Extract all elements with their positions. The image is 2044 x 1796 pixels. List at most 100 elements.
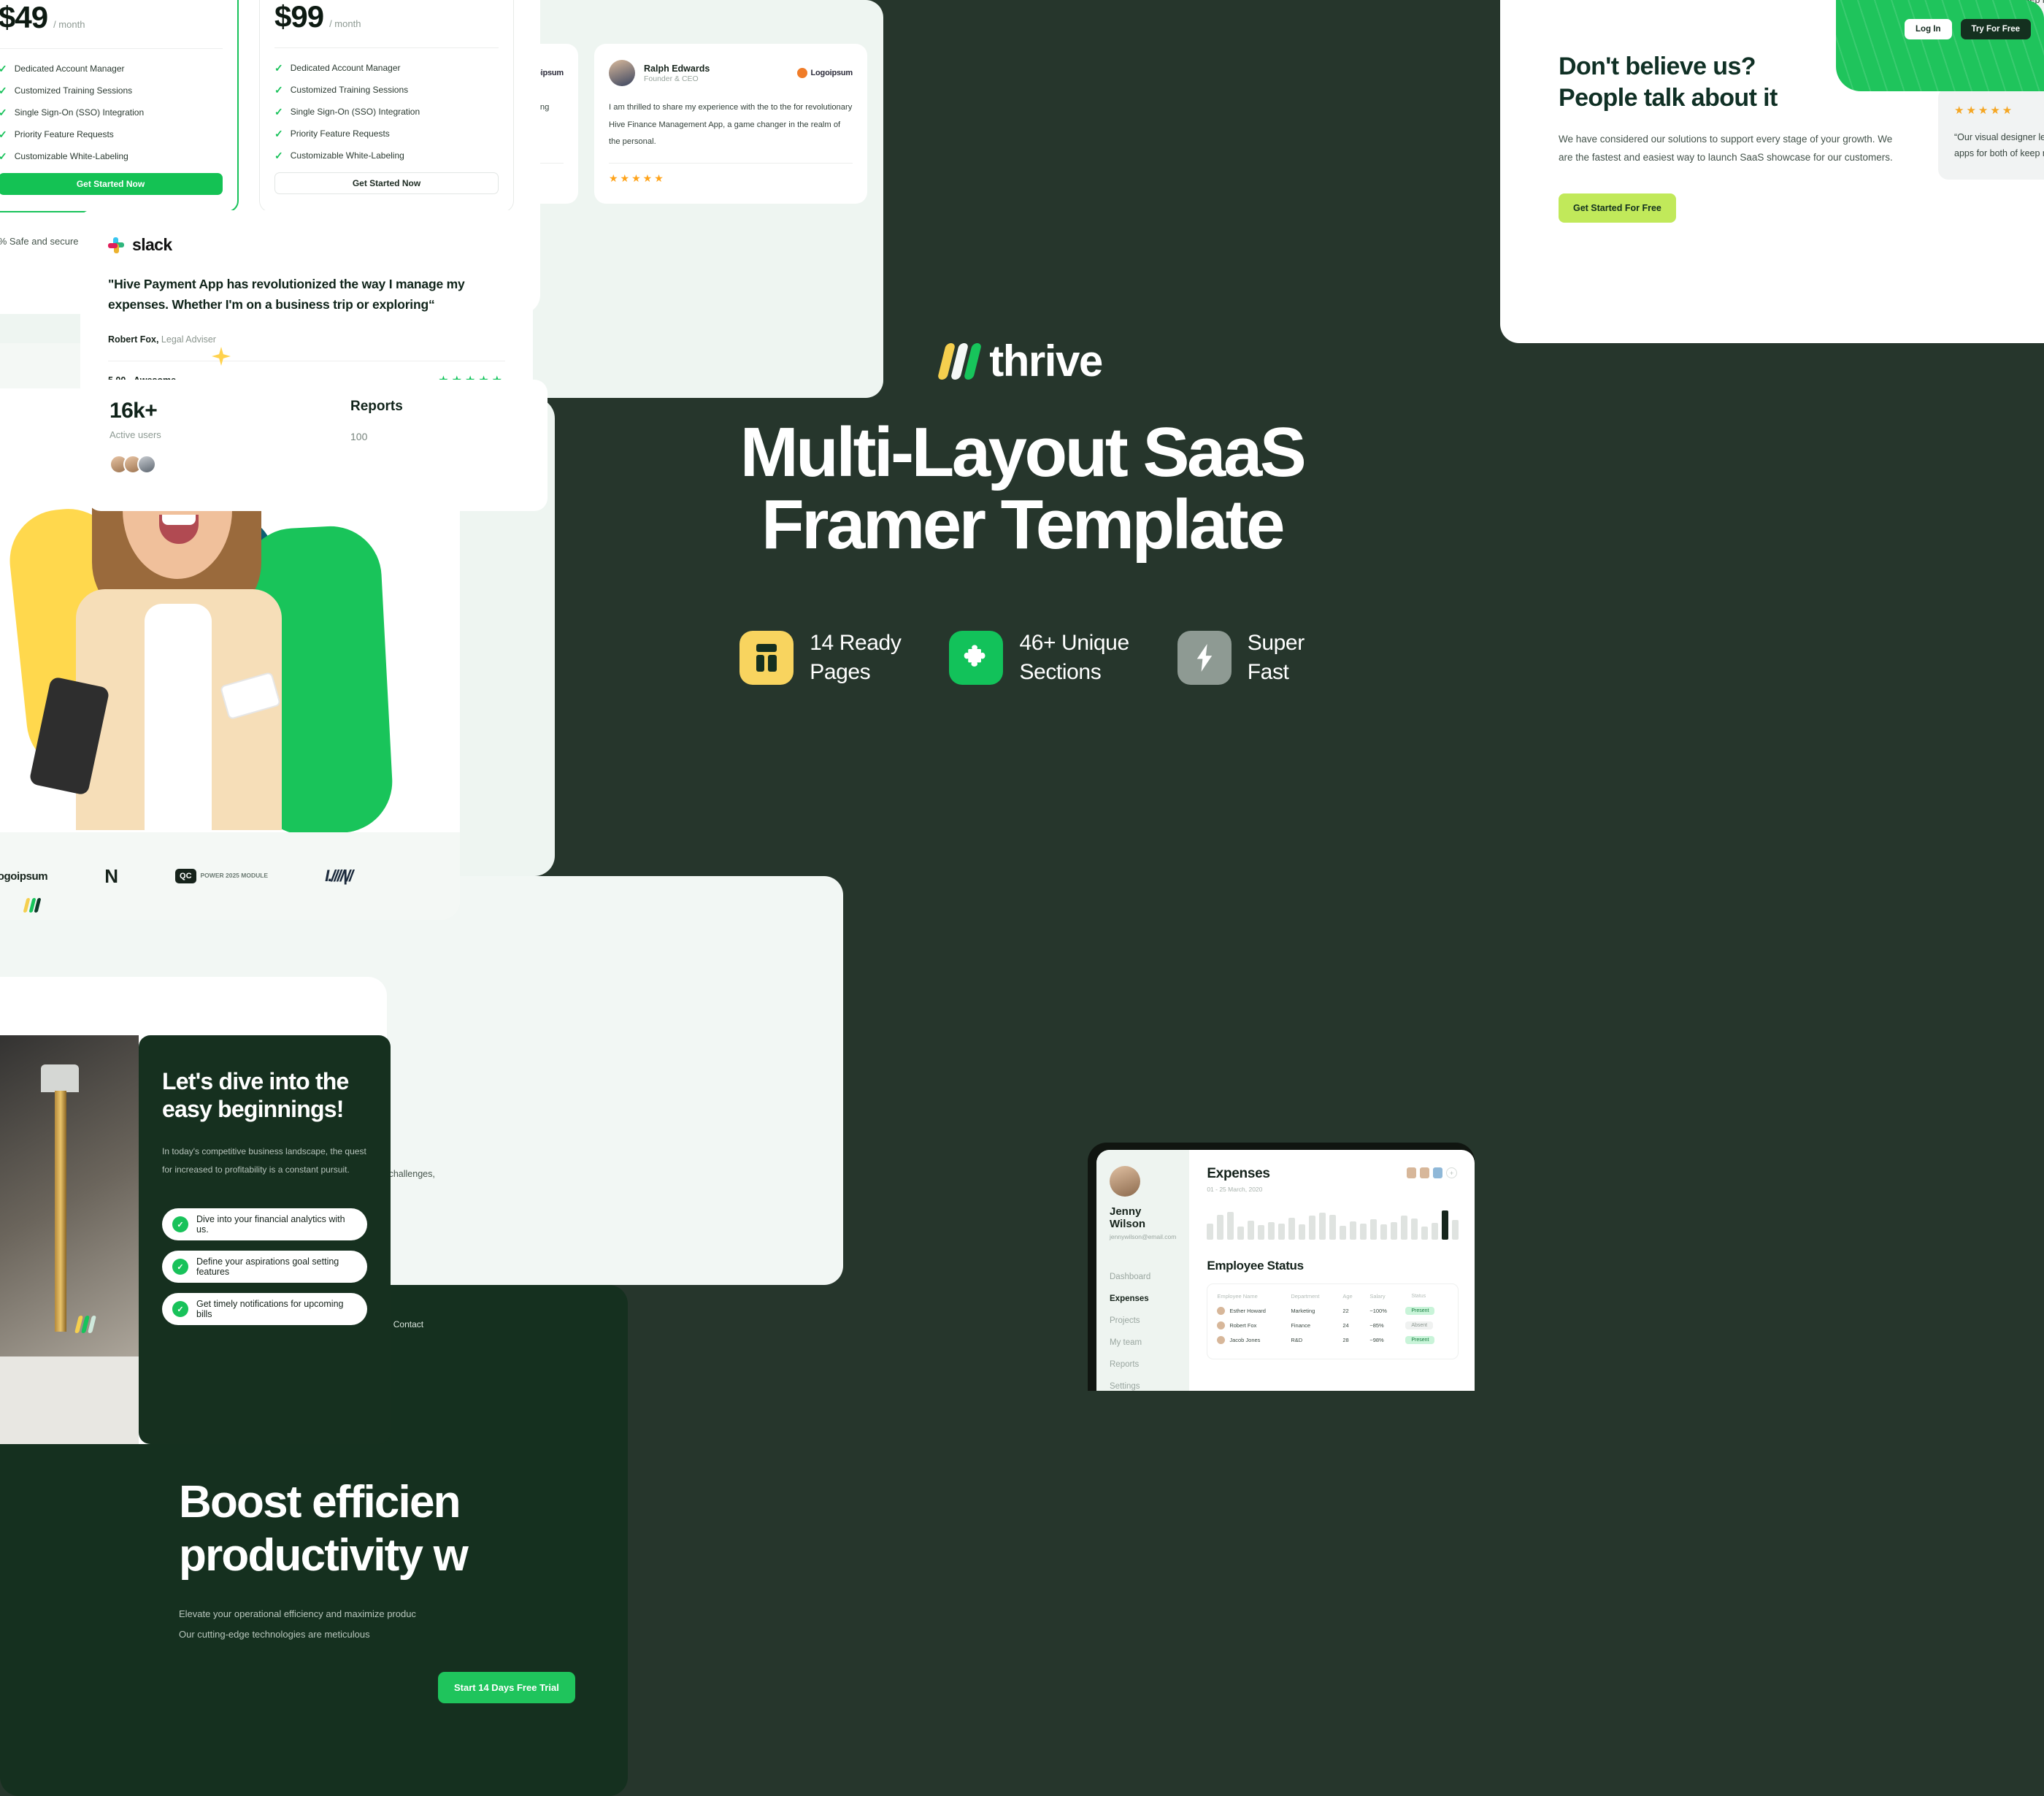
check-icon: ✓ xyxy=(172,1301,188,1318)
employee-status-table: Employee Name Department Age Salary Stat… xyxy=(1207,1283,1459,1359)
checklist-label: Get timely notifications for upcoming bi… xyxy=(196,1299,344,1320)
dive-heading: Let's dive into the easy beginnings! xyxy=(162,1067,367,1124)
logo-logoipsum: Logoipsum xyxy=(0,870,48,883)
check-icon: ✓ xyxy=(274,84,283,96)
client-author: Robert Fox, Legal Adviser xyxy=(108,334,505,345)
start-free-trial-button[interactable]: Start 14 Days Free Trial xyxy=(438,1671,575,1703)
bar xyxy=(1248,1221,1255,1240)
badge-label: 46+ Unique Sections xyxy=(1019,629,1129,687)
dive-heading-line1: Let's dive into the xyxy=(162,1068,349,1094)
badge-line1: 46+ Unique xyxy=(1019,630,1129,655)
sidebar-item-my-team[interactable]: My team xyxy=(1110,1338,1176,1347)
sidebar-item-projects[interactable]: Projects xyxy=(1110,1316,1176,1325)
logo-label: Logoipsum xyxy=(810,69,853,77)
nav-contact[interactable]: Contact xyxy=(393,1319,423,1329)
plan-feature: ✓ Customizable White-Labeling xyxy=(0,151,223,161)
logo-barcode: I.////|// xyxy=(325,867,353,886)
col-salary: Salary xyxy=(1369,1293,1386,1300)
testimonial-role: Founder & CEO xyxy=(644,74,699,84)
badge-line2: Fast xyxy=(1247,659,1289,684)
sidebar-item-expenses[interactable]: Expenses xyxy=(1110,1294,1176,1303)
lamp-stem xyxy=(55,1091,66,1332)
bar xyxy=(1329,1215,1337,1240)
stat-reports: Reports 100 xyxy=(328,380,548,511)
plan-period: / month xyxy=(53,19,85,30)
feature-label: Customized Training Sessions xyxy=(14,85,133,96)
dive-in-panel: Let's dive into the easy beginnings! In … xyxy=(139,1035,391,1444)
feature-label: Customized Training Sessions xyxy=(290,85,409,95)
bar xyxy=(1299,1224,1306,1240)
avatar-stack xyxy=(110,455,285,474)
company-logo: Logoipsum xyxy=(796,68,853,78)
plan-feature: ✓ Priority Feature Requests xyxy=(0,129,223,139)
check-icon: ✓ xyxy=(274,62,283,74)
logo-n: N xyxy=(104,865,118,888)
cell-name: Esther Howard xyxy=(1229,1308,1266,1314)
pricing-plan-99[interactable]: $99 / month ✓ Dedicated Account Manager ✓… xyxy=(259,0,514,212)
get-started-now-button[interactable]: Get Started Now xyxy=(274,172,499,194)
pricing-plans: $49 / month ✓ Dedicated Account Manager ✓… xyxy=(0,0,514,212)
boost-stat-cards: 16k+ Active users Reports 100 xyxy=(88,380,548,511)
believe-paragraph: We have considered our solutions to supp… xyxy=(1559,134,1893,163)
app-nav: Dashboard Expenses Projects My team Repo… xyxy=(1110,1273,1176,1391)
cell-salary: ~85% xyxy=(1369,1322,1384,1329)
bar xyxy=(1401,1216,1408,1240)
dive-paragraph: In today's competitive business landscap… xyxy=(162,1145,366,1175)
try-for-free-button[interactable]: Try For Free xyxy=(1960,19,2031,39)
bar xyxy=(1421,1227,1429,1240)
lightning-bolt-icon xyxy=(1177,630,1232,685)
feature-label: Dedicated Account Manager xyxy=(290,63,401,73)
boost-paragraph-line2: Our cutting-edge technologies are meticu… xyxy=(179,1628,370,1640)
sidebar-item-settings[interactable]: Settings xyxy=(1110,1382,1176,1391)
log-in-button[interactable]: Log In xyxy=(1905,19,1952,39)
badge-label: 14 Ready Pages xyxy=(810,629,902,687)
check-icon: ✓ xyxy=(172,1216,188,1233)
checklist-item: ✓ Define your aspirations goal setting f… xyxy=(162,1251,367,1283)
feature-label: Dedicated Account Manager xyxy=(14,64,125,74)
bar xyxy=(1360,1224,1367,1240)
logoipsum-mark-icon xyxy=(796,68,807,78)
sidebar-item-reports[interactable]: Reports xyxy=(1110,1360,1176,1369)
bar xyxy=(1452,1220,1459,1240)
cell-salary: ~98% xyxy=(1369,1337,1384,1343)
bar xyxy=(1207,1224,1214,1240)
sidebar-item-dashboard[interactable]: Dashboard xyxy=(1110,1273,1176,1281)
plan-feature: ✓ Customized Training Sessions xyxy=(274,85,499,95)
poster-canvas: $49 / month ✓ Dedicated Account Manager ✓… xyxy=(0,0,2044,1796)
expenses-bar-chart xyxy=(1207,1210,1459,1240)
bar xyxy=(1442,1210,1449,1240)
plan-feature: ✓ Priority Feature Requests xyxy=(274,128,499,139)
bar xyxy=(1370,1219,1378,1240)
feature-label: Priority Feature Requests xyxy=(290,128,390,139)
status-badge: Present xyxy=(1405,1307,1435,1315)
badge-unique-sections: 46+ Unique Sections xyxy=(949,629,1129,687)
stat-title: Reports xyxy=(350,399,403,414)
desk-photo xyxy=(0,1035,139,1444)
add-member-button[interactable]: + xyxy=(1446,1167,1457,1178)
bar xyxy=(1380,1224,1388,1240)
bar xyxy=(1391,1222,1398,1240)
slack-logo-icon xyxy=(108,237,124,253)
feature-badges: 14 Ready Pages 46+ Unique Sections Super… xyxy=(0,629,2044,687)
col-status: Status xyxy=(1411,1294,1426,1299)
thrive-wordmark: thrive xyxy=(989,337,1103,385)
rating-stars: ★★★★★ xyxy=(1954,104,2015,117)
phone-mockup: Jenny Wilson jennywilson@email.com Dashb… xyxy=(1088,1143,1475,1391)
checklist-item: ✓ Dive into your financial analytics wit… xyxy=(162,1208,367,1241)
plan-price: $49 xyxy=(0,0,48,34)
client-author-name: Robert Fox, xyxy=(108,334,159,345)
plan-feature: ✓ Dedicated Account Manager xyxy=(0,64,223,74)
bar xyxy=(1227,1212,1234,1240)
pricing-plan-49[interactable]: $49 / month ✓ Dedicated Account Manager ✓… xyxy=(0,0,239,212)
qc-mark-icon: QC xyxy=(175,869,196,883)
bar xyxy=(1268,1222,1275,1240)
get-started-now-button[interactable]: Get Started Now xyxy=(0,173,223,195)
app-user-name: Jenny Wilson xyxy=(1110,1205,1146,1230)
logo-label: N xyxy=(104,864,119,887)
logo-qc-power: QC POWER 2025 MODULE xyxy=(175,869,268,883)
divider xyxy=(274,47,499,48)
get-started-for-free-button[interactable]: Get Started For Free xyxy=(1559,193,1676,223)
bar xyxy=(1217,1215,1224,1240)
bar xyxy=(1432,1223,1439,1240)
feature-label: Single Sign-On (SSO) Integration xyxy=(290,107,420,117)
